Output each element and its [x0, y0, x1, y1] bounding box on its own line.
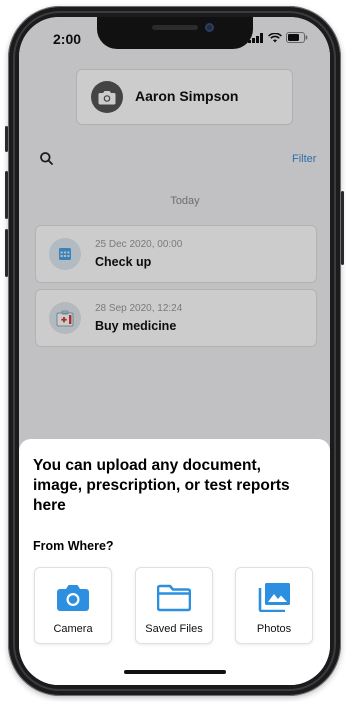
volume-down-button	[5, 229, 8, 277]
power-button	[341, 191, 344, 265]
front-camera	[205, 23, 214, 32]
photos-option-label: Photos	[256, 623, 292, 635]
speaker-grille	[152, 25, 198, 30]
camera-option-label: Camera	[53, 623, 93, 635]
saved-files-option-label: Saved Files	[145, 623, 203, 635]
sheet-title: You can upload any document, image, pres…	[33, 457, 290, 514]
camera-icon	[57, 585, 89, 611]
notch	[97, 17, 253, 49]
saved-files-option-button[interactable]: Saved Files	[135, 567, 213, 644]
from-where-label: From Where?	[33, 539, 114, 553]
mute-switch	[5, 126, 8, 152]
volume-up-button	[5, 171, 8, 219]
photos-icon	[258, 583, 290, 612]
home-indicator[interactable]	[124, 670, 226, 674]
camera-option-button[interactable]: Camera	[34, 567, 112, 644]
photos-option-button[interactable]: Photos	[235, 567, 313, 644]
phone-screen: 2:00 Aaron Simpson Filter Today 25 Dec 2…	[19, 17, 330, 685]
folder-icon	[157, 584, 191, 612]
upload-bottom-sheet: You can upload any document, image, pres…	[19, 439, 330, 685]
